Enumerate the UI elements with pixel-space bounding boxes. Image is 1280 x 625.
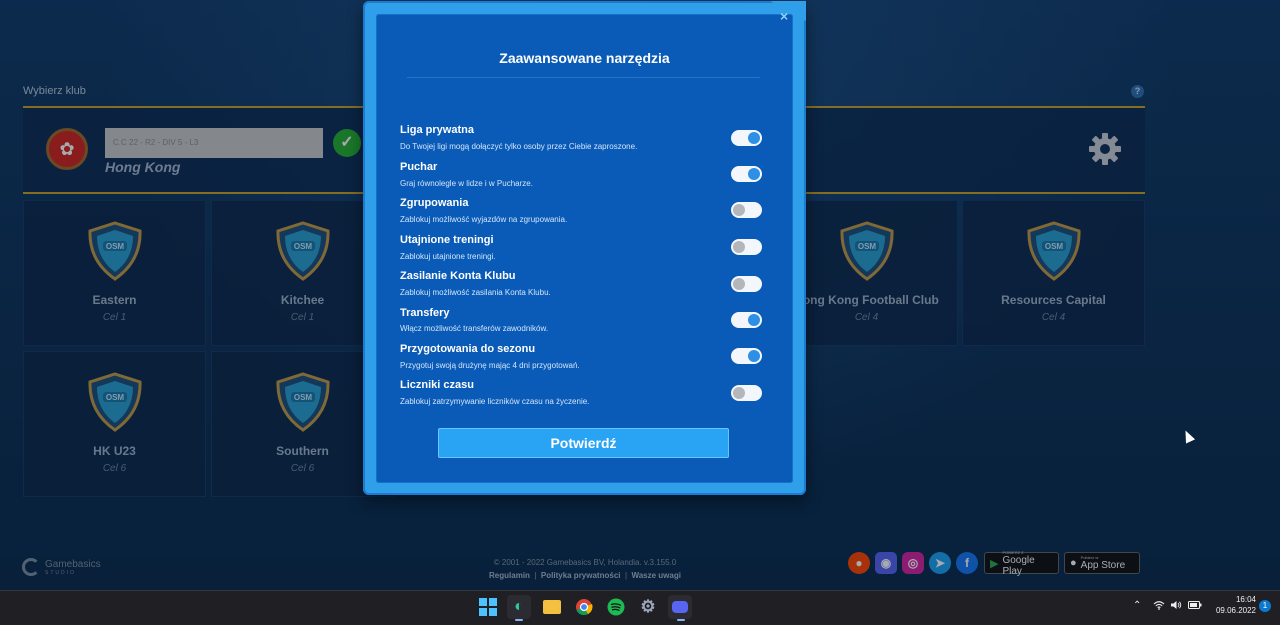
toggle-preseason[interactable] <box>731 348 762 364</box>
discord-taskbar-icon[interactable] <box>668 595 692 619</box>
option-desc-private-league: Do Twojej ligi mogą dołączyć tylko osoby… <box>400 142 638 151</box>
option-desc-preseason: Przygotuj swoją drużynę mając 4 dni przy… <box>400 361 580 370</box>
windows-start-icon[interactable] <box>479 598 497 616</box>
toggle-training-camps[interactable] <box>731 202 762 218</box>
running-app-indicator <box>677 619 685 621</box>
option-title-preseason: Przygotowania do sezonu <box>400 343 536 355</box>
battery-icon[interactable] <box>1188 601 1202 609</box>
spotify-icon[interactable] <box>604 595 628 619</box>
volume-icon[interactable] <box>1170 600 1182 610</box>
option-desc-transfers: Włącz możliwość transferów zawodników. <box>400 324 549 333</box>
modal-divider <box>407 77 760 78</box>
toggle-cup[interactable] <box>731 166 762 182</box>
tray-chevron-icon[interactable]: ⌃ <box>1133 600 1141 611</box>
settings-gear-taskbar-icon[interactable]: ⚙ <box>636 595 660 619</box>
option-desc-training-camps: Zablokuj możliwość wyjazdów na zgrupowan… <box>400 215 568 224</box>
option-title-timers: Liczniki czasu <box>400 379 474 391</box>
option-title-cup: Puchar <box>400 161 438 173</box>
clock-time: 16:04 <box>1235 595 1256 604</box>
option-title-training-camps: Zgrupowania <box>400 197 469 209</box>
wifi-icon[interactable] <box>1153 600 1165 610</box>
chrome-icon[interactable] <box>572 595 596 619</box>
option-desc-club-funding: Zablokuj możliwość zasilania Konta Klubu… <box>400 288 551 297</box>
toggle-private-league[interactable] <box>731 130 762 146</box>
option-title-secret-trainings: Utajnione treningi <box>400 234 494 246</box>
active-app-indicator <box>515 619 523 621</box>
option-desc-cup: Graj równolegle w lidze i w Pucharze. <box>400 179 533 188</box>
notification-badge[interactable]: 1 <box>1259 600 1271 612</box>
option-desc-secret-trainings: Zablokuj utajnione treningi. <box>400 252 496 261</box>
confirm-button[interactable]: Potwierdź <box>438 428 729 458</box>
toggle-transfers[interactable] <box>731 312 762 328</box>
taskbar-clock[interactable]: 16:04 09.06.2022 <box>1208 594 1256 616</box>
clock-date: 09.06.2022 <box>1215 606 1256 615</box>
toggle-secret-trainings[interactable] <box>731 239 762 255</box>
option-title-club-funding: Zasilanie Konta Klubu <box>400 270 516 282</box>
modal-title: Zaawansowane narzędzia <box>499 50 670 66</box>
file-explorer-icon[interactable] <box>540 595 564 619</box>
toggle-timers[interactable] <box>731 385 762 401</box>
option-title-private-league: Liga prywatna <box>400 124 474 136</box>
option-desc-timers: Zablokuj zatrzymywanie liczników czasu n… <box>400 397 590 406</box>
option-title-transfers: Transfery <box>400 307 450 319</box>
edge-icon[interactable]: ◐ <box>507 595 531 619</box>
toggle-club-funding[interactable] <box>731 276 762 292</box>
close-icon[interactable]: × <box>780 8 788 24</box>
